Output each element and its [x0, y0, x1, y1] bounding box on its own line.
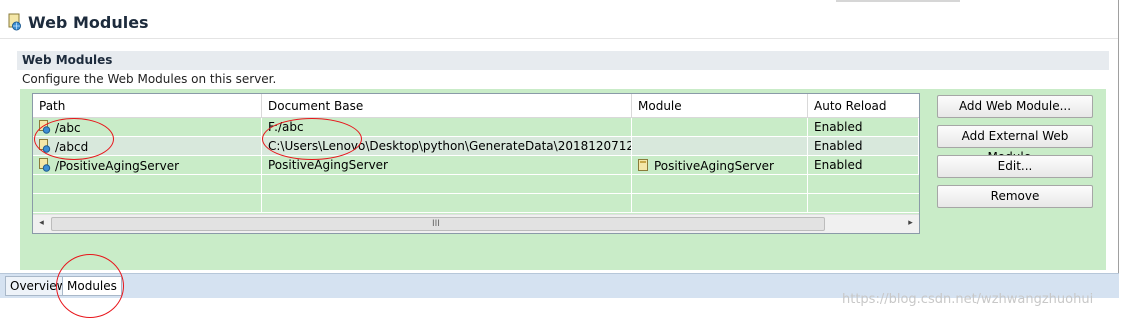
table-row[interactable]: /PositiveAgingServer PositiveAgingServer… — [33, 156, 919, 175]
scroll-right-arrow[interactable]: ▸ — [902, 215, 919, 232]
page-title: Web Modules — [28, 12, 149, 32]
scrollbar-grip: III — [432, 219, 440, 229]
cell-path-text: /PositiveAgingServer — [55, 159, 180, 173]
empty-cell — [262, 175, 632, 194]
cell-auto-reload: Enabled — [808, 118, 919, 137]
section-body: Path Document Base Module Auto Reload /a… — [20, 89, 1106, 270]
scroll-left-arrow[interactable]: ◂ — [33, 215, 50, 232]
column-header-module[interactable]: Module — [632, 94, 808, 118]
cell-module-text: PositiveAgingServer — [654, 159, 774, 173]
scrollbar-thumb[interactable]: III — [51, 217, 825, 231]
web-modules-icon — [8, 13, 22, 31]
annotation-circle-modules-tab — [56, 254, 124, 318]
top-divider — [836, 0, 960, 2]
column-header-auto-reload[interactable]: Auto Reload — [808, 94, 919, 118]
section-description: Configure the Web Modules on this server… — [22, 72, 277, 86]
header-divider — [0, 38, 1118, 39]
add-external-web-module-button[interactable]: Add External Web Module... — [937, 125, 1093, 164]
cell-auto-reload: Enabled — [808, 137, 919, 156]
cell-module — [632, 118, 808, 137]
section-title[interactable]: Web Modules — [17, 51, 1109, 70]
empty-cell — [632, 194, 808, 213]
empty-cell — [632, 175, 808, 194]
horizontal-scrollbar[interactable]: ◂ III ▸ — [33, 214, 919, 233]
add-web-module-button[interactable]: Add Web Module... — [937, 95, 1093, 118]
web-modules-table[interactable]: Path Document Base Module Auto Reload /a… — [32, 93, 920, 234]
watermark: https://blog.csdn.net/wzhwangzhuohui — [842, 292, 1094, 307]
empty-cell — [262, 194, 632, 213]
annotation-circle-document-base — [262, 118, 362, 160]
table-row[interactable]: /abcd C:\Users\Lenovo\Desktop\python\Gen… — [33, 137, 919, 156]
edit-button[interactable]: Edit... — [937, 155, 1093, 178]
table-row-empty — [33, 175, 919, 194]
web-modules-section: Web Modules Configure the Web Modules on… — [17, 51, 1109, 271]
remove-button[interactable]: Remove — [937, 185, 1093, 208]
cell-auto-reload: Enabled — [808, 156, 919, 175]
column-header-document-base[interactable]: Document Base — [262, 94, 632, 118]
column-header-path[interactable]: Path — [33, 94, 262, 118]
server-editor: Web Modules Web Modules Configure the We… — [0, 0, 1119, 298]
cell-module: PositiveAgingServer — [632, 156, 808, 175]
empty-cell — [33, 175, 262, 194]
table-row-empty — [33, 194, 919, 213]
annotation-circle-paths — [34, 118, 114, 160]
cell-module — [632, 137, 808, 156]
table-header: Path Document Base Module Auto Reload — [33, 94, 919, 118]
editor-header: Web Modules — [8, 8, 149, 36]
project-icon — [638, 158, 650, 172]
empty-cell — [33, 194, 262, 213]
web-module-icon — [39, 158, 51, 172]
table-row[interactable]: /abc F:/abc Enabled — [33, 118, 919, 137]
